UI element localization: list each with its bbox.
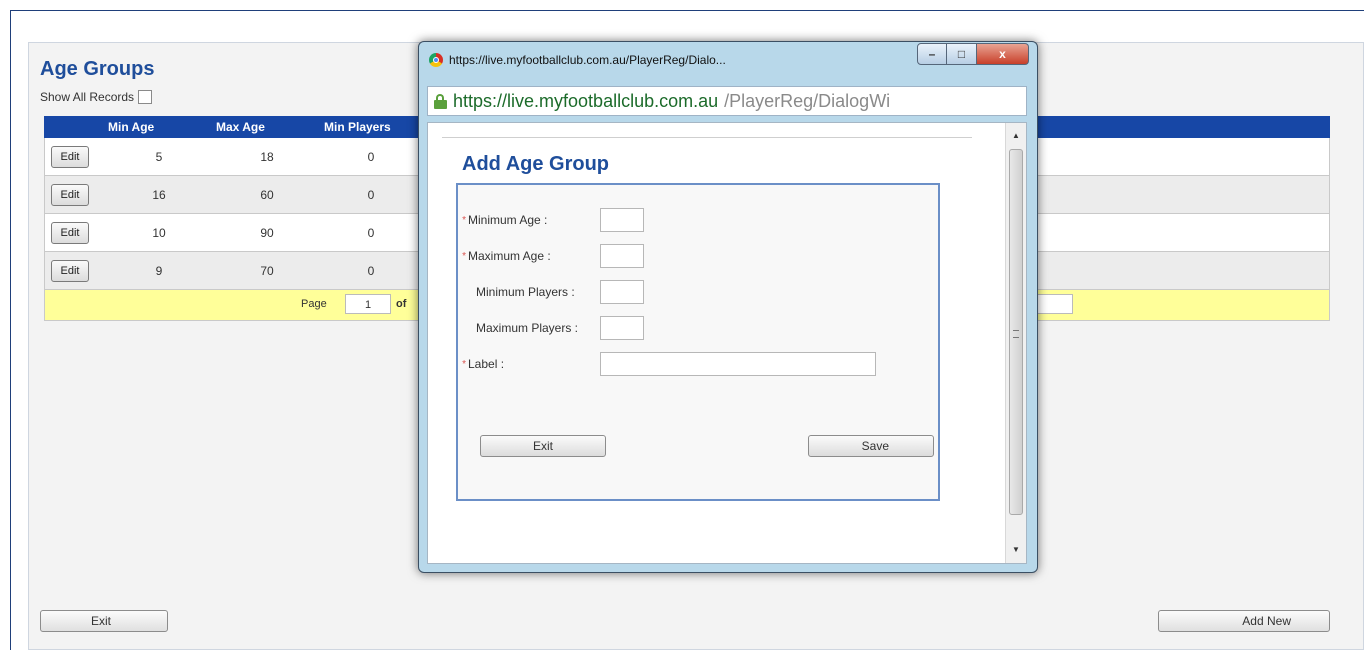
cell-max-age: 70 (260, 263, 274, 278)
field-row-min-age: * Minimum Age : (458, 207, 644, 233)
col-header-max-age[interactable]: Max Age (212, 120, 320, 134)
cell-max-age: 18 (260, 149, 274, 164)
lock-icon (434, 93, 447, 109)
min-age-label: Minimum Age : (468, 213, 548, 227)
field-row-label: * Label : (458, 351, 876, 377)
cell-max-age: 90 (260, 225, 274, 240)
col-header-min-age[interactable]: Min Age (104, 120, 212, 134)
exit-button[interactable]: Exit (40, 610, 168, 632)
edit-button[interactable]: Edit (51, 183, 89, 206)
page-left-border (10, 10, 11, 650)
dialog-exit-button[interactable]: Exit (480, 435, 606, 457)
chrome-icon (429, 53, 443, 67)
cell-min-players: 0 (367, 263, 375, 278)
required-marker: * (462, 250, 466, 262)
popup-window-title: https://live.myfootballclub.com.au/Playe… (449, 53, 726, 67)
field-row-max-players: Maximum Players : (458, 315, 644, 341)
field-row-min-players: Minimum Players : (458, 279, 644, 305)
dialog-title: Add Age Group (462, 153, 610, 175)
page-title: Age Groups (40, 58, 155, 80)
url-host: https://live.myfootballclub.com.au (453, 90, 719, 111)
show-all-label: Show All Records (40, 90, 135, 104)
scroll-grip-icon (1013, 330, 1019, 338)
cell-max-age: 60 (260, 187, 274, 202)
cell-min-age: 9 (155, 263, 163, 278)
page-top-border (10, 10, 1364, 11)
cell-min-players: 0 (367, 149, 375, 164)
scroll-down-icon[interactable]: ▼ (1006, 541, 1026, 559)
address-bar[interactable]: https://live.myfootballclub.com.au/Playe… (427, 86, 1027, 116)
cell-min-players: 0 (367, 187, 375, 202)
pager-page-label: Page (301, 298, 327, 310)
min-players-input[interactable] (600, 280, 644, 304)
dialog-save-button[interactable]: Save (808, 435, 934, 457)
cell-min-players: 0 (367, 225, 375, 240)
pager-of-label: of (396, 298, 407, 310)
edit-button[interactable]: Edit (51, 221, 89, 244)
cell-min-age: 16 (152, 187, 166, 202)
label-input[interactable] (600, 352, 876, 376)
scroll-up-icon[interactable]: ▲ (1006, 127, 1026, 145)
minimize-icon[interactable]: – (917, 43, 947, 65)
url-path: /PlayerReg/DialogWi (724, 90, 891, 111)
max-players-label: Maximum Players : (476, 321, 579, 335)
add-age-group-popup-window: https://live.myfootballclub.com.au/Playe… (418, 41, 1038, 573)
popup-titlebar: https://live.myfootballclub.com.au/Playe… (429, 50, 889, 70)
window-controls: – □ x (917, 43, 1029, 65)
close-icon[interactable]: x (977, 43, 1029, 65)
required-marker: * (462, 358, 466, 370)
cell-min-age: 5 (155, 149, 163, 164)
divider (442, 137, 972, 138)
min-age-input[interactable] (600, 208, 644, 232)
add-age-group-form: * Minimum Age : * Maximum Age : Minimum … (456, 183, 940, 501)
edit-button[interactable]: Edit (51, 259, 89, 282)
col-header-min-players[interactable]: Min Players (320, 120, 420, 134)
show-all-checkbox[interactable] (138, 90, 153, 104)
cell-min-age: 10 (152, 225, 166, 240)
scroll-thumb[interactable] (1009, 149, 1023, 515)
pager-page-input[interactable]: 1 (345, 294, 391, 314)
field-row-max-age: * Maximum Age : (458, 243, 644, 269)
maximize-icon[interactable]: □ (947, 43, 977, 65)
min-players-label: Minimum Players : (476, 285, 575, 299)
popup-content: Add Age Group * Minimum Age : * Maximum … (427, 122, 1027, 564)
required-marker: * (462, 214, 466, 226)
edit-button[interactable]: Edit (51, 145, 89, 168)
vertical-scrollbar[interactable]: ▲ ▼ (1005, 123, 1026, 563)
max-age-input[interactable] (600, 244, 644, 268)
label-field-label: Label : (468, 357, 505, 371)
max-age-label: Maximum Age : (468, 249, 551, 263)
add-new-button[interactable]: Add New (1158, 610, 1330, 632)
show-all-records: Show All Records (40, 90, 153, 104)
max-players-input[interactable] (600, 316, 644, 340)
